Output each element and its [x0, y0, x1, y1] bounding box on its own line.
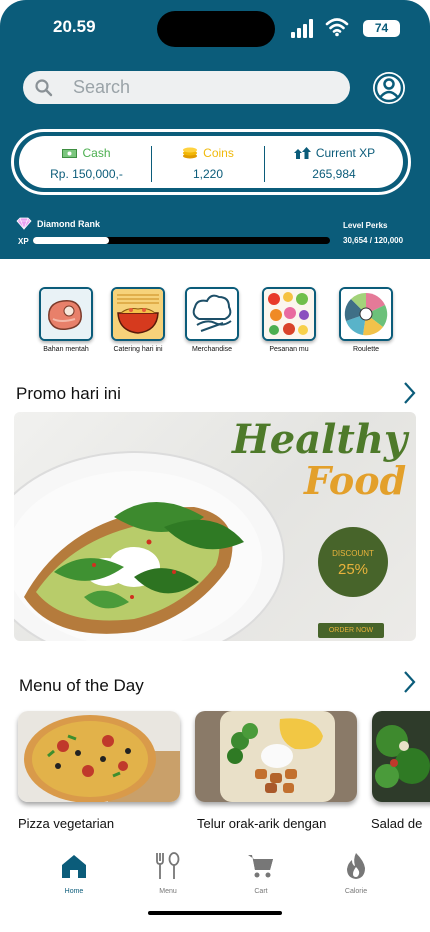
promo-headline: Healthy: [232, 416, 408, 463]
discount-badge: DISCOUNT 25%: [318, 527, 388, 597]
xp-value: 265,984: [312, 167, 356, 181]
level-up-icon: [293, 147, 311, 159]
menu-card-pizza[interactable]: [18, 711, 180, 802]
level-perks-link[interactable]: Level Perks: [343, 221, 387, 230]
order-now-button[interactable]: ORDER NOW: [318, 623, 384, 638]
nav-menu[interactable]: Menu: [138, 852, 198, 895]
home-icon: [62, 855, 86, 878]
noodle-bowl-icon: [113, 289, 163, 339]
salad-image: [372, 711, 430, 802]
category-pesanan[interactable]: Pesanan mu: [257, 287, 321, 353]
chef-hat-icon: [187, 289, 237, 339]
menu-card-telur[interactable]: [195, 711, 357, 802]
coins-label: Coins: [203, 146, 234, 160]
menu-section-title: Menu of the Day: [19, 676, 144, 695]
food-order-icon: [264, 289, 314, 339]
rank-title: Diamond Rank: [37, 218, 101, 229]
discount-label: DISCOUNT: [332, 549, 374, 558]
wifi-icon: [325, 18, 349, 37]
nav-label: Menu: [159, 888, 177, 895]
promo-banner[interactable]: Healthy Food DISCOUNT 25% ORDER NOW: [14, 412, 416, 641]
category-label: Pesanan mu: [269, 346, 309, 353]
roulette-icon: [341, 289, 391, 339]
category-label: Merchandise: [191, 346, 233, 353]
category-bahan-mentah[interactable]: Bahan mentah: [34, 287, 98, 353]
search-input[interactable]: [73, 71, 333, 104]
category-merchandise[interactable]: Merchandise: [180, 287, 244, 353]
xp-progress-text: 30,654 / 120,000: [343, 236, 404, 245]
nav-home[interactable]: Home: [44, 852, 104, 895]
meat-icon: [41, 289, 91, 339]
signal-icon: [291, 19, 316, 38]
rank-badge: Diamond Rank: [16, 217, 100, 230]
cash-label: Cash: [82, 146, 111, 160]
category-catering[interactable]: Catering hari ini: [106, 287, 170, 353]
nav-label: Cart: [254, 888, 268, 895]
nav-label: Calorie: [344, 888, 368, 895]
fork-spoon-icon: [156, 852, 180, 879]
chevron-right-icon[interactable]: [402, 670, 416, 694]
coins-icon: [183, 147, 198, 159]
profile-icon[interactable]: [371, 70, 407, 106]
promo-subheadline: Food: [304, 458, 407, 503]
menu-item-name: Salad de: [371, 816, 423, 831]
xp-bar-label: XP: [18, 237, 29, 246]
flame-icon: [347, 853, 365, 879]
menu-item-name: Pizza vegetarian: [18, 816, 115, 831]
coins-stat[interactable]: Coins 1,220: [152, 136, 264, 188]
battery-icon: 74: [363, 20, 400, 37]
discount-value: 25%: [337, 561, 369, 578]
scrambled-egg-image: [195, 711, 357, 802]
category-label: Bahan mentah: [43, 346, 89, 353]
xp-stat[interactable]: Current XP 265,984: [265, 136, 403, 188]
category-roulette[interactable]: Roulette: [334, 287, 398, 353]
dynamic-island: [157, 11, 275, 47]
cash-stat[interactable]: Cash Rp. 150,000,-: [19, 136, 154, 188]
pizza-image: [18, 711, 180, 802]
promo-section-title: Promo hari ini: [16, 384, 121, 403]
diamond-icon: [16, 217, 32, 230]
search-bar[interactable]: [23, 71, 350, 104]
category-label: Catering hari ini: [113, 346, 163, 353]
cart-icon: [248, 855, 273, 878]
category-label: Roulette: [352, 346, 380, 353]
home-indicator[interactable]: [148, 911, 282, 915]
header: 20.59 74 Cash Rp. 150,000,-: [0, 0, 430, 259]
cash-value: Rp. 150,000,-: [50, 167, 123, 181]
status-time: 20.59: [53, 17, 96, 36]
wallet-stats-card: Cash Rp. 150,000,- Coins 1,220 Current X…: [11, 129, 411, 195]
nav-label: Home: [64, 888, 84, 895]
coins-value: 1,220: [192, 167, 224, 181]
nav-calorie[interactable]: Calorie: [326, 852, 386, 895]
avocado-toast-image: [14, 451, 285, 641]
chevron-right-icon[interactable]: [402, 381, 416, 405]
nav-cart[interactable]: Cart: [231, 852, 291, 895]
menu-item-name: Telur orak-arik dengan: [197, 816, 327, 831]
xp-label: Current XP: [315, 146, 376, 160]
xp-progress-bar: [33, 237, 330, 244]
search-icon: [35, 79, 53, 97]
xp-progress-fill: [33, 237, 109, 244]
cash-icon: [62, 148, 78, 158]
menu-card-salad[interactable]: [372, 711, 430, 802]
